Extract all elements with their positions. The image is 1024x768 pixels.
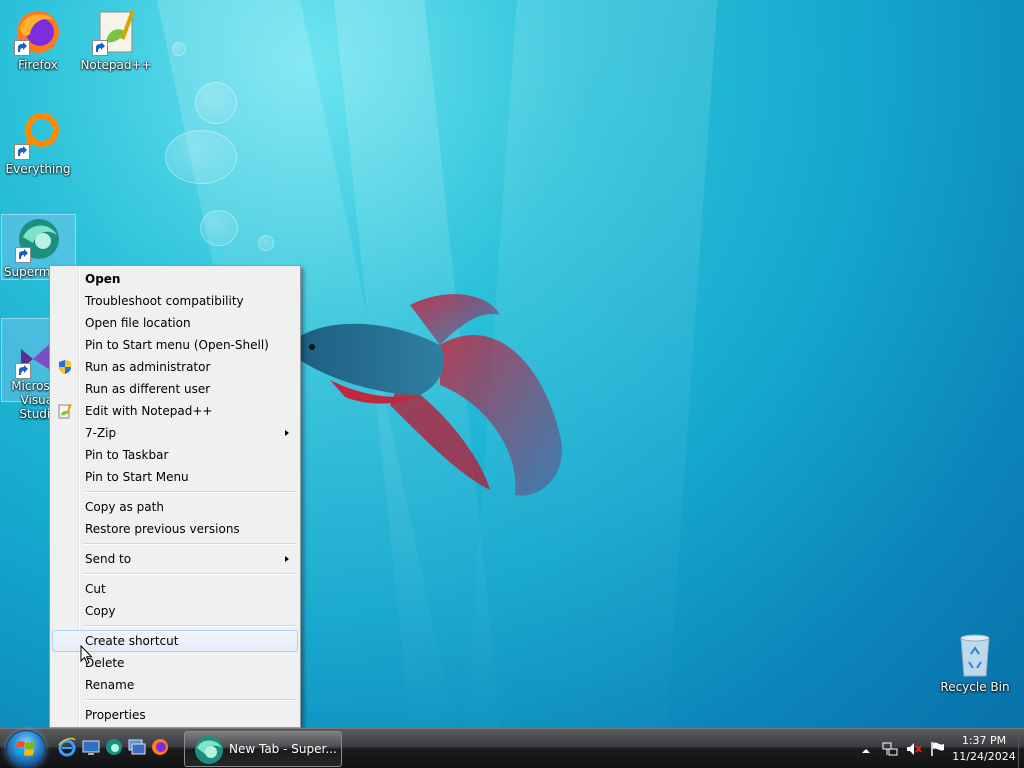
menu-item-label: Edit with Notepad++: [85, 404, 213, 418]
menu-item-cut[interactable]: Cut: [52, 578, 298, 600]
menu-item-7zip[interactable]: 7-Zip: [52, 422, 298, 444]
bubble: [172, 42, 186, 56]
windows-logo-icon: [15, 741, 35, 756]
menu-item-label: Properties: [85, 708, 146, 722]
desktop-icon-label: Notepad++: [80, 58, 152, 72]
menu-item-label: Send to: [85, 552, 132, 566]
menu-item-properties[interactable]: Properties: [52, 704, 298, 726]
menu-item-pin-to-start-open-shell[interactable]: Pin to Start menu (Open-Shell): [52, 334, 298, 356]
menu-separator: [83, 488, 298, 496]
mouse-cursor-icon: [80, 645, 93, 665]
menu-item-run-as-administrator[interactable]: Run as administrator: [52, 356, 298, 378]
menu-item-send-to[interactable]: Send to: [52, 548, 298, 570]
taskbar: New Tab - Super... 1:37 PM 11/24/2024: [0, 728, 1024, 768]
menu-item-label: Open file location: [85, 316, 191, 330]
menu-item-restore-previous-versions[interactable]: Restore previous versions: [52, 518, 298, 540]
show-desktop-button[interactable]: [1018, 729, 1024, 768]
menu-item-edit-with-notepadpp[interactable]: Edit with Notepad++: [52, 400, 298, 422]
menu-item-pin-to-start-menu[interactable]: Pin to Start Menu: [52, 466, 298, 488]
menu-item-label: Copy as path: [85, 500, 164, 514]
menu-item-copy-as-path[interactable]: Copy as path: [52, 496, 298, 518]
ie-icon[interactable]: [57, 737, 77, 757]
taskbar-button-label: New Tab - Super...: [229, 742, 337, 756]
volume-muted-icon[interactable]: [906, 741, 922, 757]
menu-item-label: Run as administrator: [85, 360, 211, 374]
menu-item-rename[interactable]: Rename: [52, 674, 298, 696]
menu-item-label: Copy: [85, 604, 116, 618]
bubble: [200, 210, 238, 246]
desktop-icon-label: Everything: [5, 162, 71, 176]
show-hidden-icons[interactable]: [858, 743, 874, 759]
clock-date: 11/24/2024: [952, 750, 1016, 763]
menu-item-pin-to-taskbar[interactable]: Pin to Taskbar: [52, 444, 298, 466]
supermium-icon[interactable]: [104, 737, 124, 757]
recycle-bin-icon: [960, 634, 990, 677]
bubble: [165, 130, 237, 184]
menu-item-label: Pin to Start Menu: [85, 470, 189, 484]
taskbar-button-supermium[interactable]: New Tab - Super...: [184, 731, 342, 767]
submenu-arrow-icon: [285, 556, 289, 562]
notepadpp-icon: [58, 403, 72, 419]
menu-separator: [83, 540, 298, 548]
menu-item-label: Restore previous versions: [85, 522, 240, 536]
uac-shield-icon: [59, 360, 71, 374]
menu-item-label: Create shortcut: [85, 634, 179, 648]
bubble: [195, 82, 237, 124]
supermium-icon: [195, 736, 223, 764]
menu-item-label: Troubleshoot compatibility: [85, 294, 244, 308]
desktop-icon-notepadpp[interactable]: Notepad++: [78, 8, 154, 73]
menu-item-label: Cut: [85, 582, 106, 596]
menu-item-label: 7-Zip: [85, 426, 117, 440]
menu-item-label: Run as different user: [85, 382, 211, 396]
menu-item-label: Pin to Taskbar: [85, 448, 169, 462]
desktop-icon-everything[interactable]: Everything: [0, 112, 76, 177]
menu-item-open[interactable]: Open: [52, 268, 298, 290]
menu-item-run-as-different-user[interactable]: Run as different user: [52, 378, 298, 400]
switch-windows-icon[interactable]: [127, 737, 147, 757]
submenu-arrow-icon: [285, 430, 289, 436]
network-icon[interactable]: [882, 741, 898, 757]
show-desktop-icon[interactable]: [81, 737, 101, 757]
taskbar-clock[interactable]: 1:37 PM 11/24/2024: [948, 733, 1020, 765]
desktop-icon-recycle-bin[interactable]: Recycle Bin: [937, 630, 1013, 695]
menu-separator: [83, 622, 298, 630]
menu-separator: [83, 696, 298, 704]
desktop-icon-label: Firefox: [18, 58, 58, 72]
clock-time: 1:37 PM: [961, 734, 1007, 747]
desktop-icon-label: Recycle Bin: [940, 680, 1010, 694]
betta-fish-wallpaper: [295, 294, 562, 496]
menu-item-copy[interactable]: Copy: [52, 600, 298, 622]
desktop-icon-firefox[interactable]: Firefox: [0, 8, 76, 73]
start-button[interactable]: [6, 730, 46, 768]
action-center-flag-icon[interactable]: [930, 741, 946, 757]
menu-item-troubleshoot-compatibility[interactable]: Troubleshoot compatibility: [52, 290, 298, 312]
menu-item-label: Open: [85, 272, 121, 286]
bubble: [258, 235, 274, 251]
menu-separator: [83, 570, 298, 578]
menu-item-label: Pin to Start menu (Open-Shell): [85, 338, 269, 352]
menu-item-open-file-location[interactable]: Open file location: [52, 312, 298, 334]
firefox-icon[interactable]: [150, 737, 170, 757]
menu-item-label: Rename: [85, 678, 135, 692]
